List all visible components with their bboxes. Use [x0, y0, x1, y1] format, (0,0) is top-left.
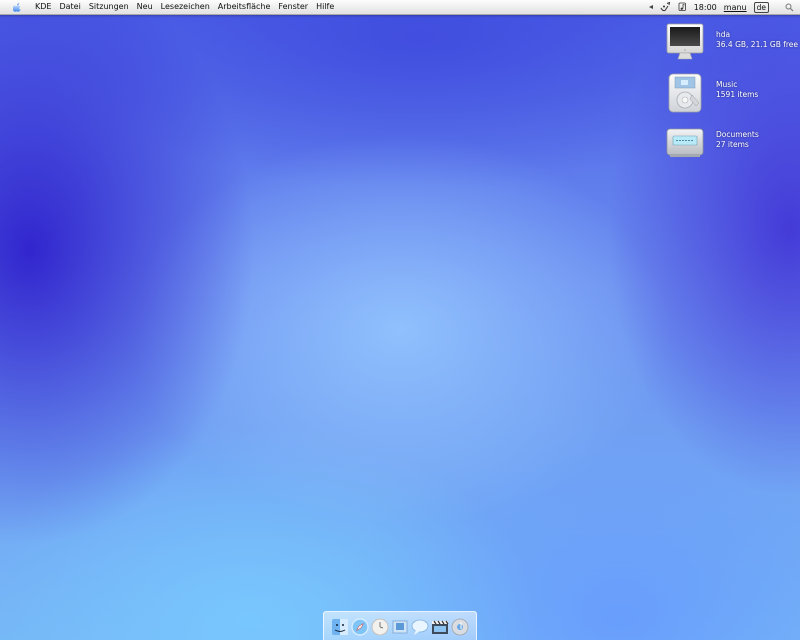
- apple-menu-button[interactable]: [9, 0, 25, 14]
- dock-item-chat[interactable]: [411, 618, 429, 636]
- drive-detail: 36.4 GB, 21.1 GB free: [716, 40, 799, 49]
- dock-item-photo[interactable]: [391, 618, 409, 636]
- menu-lesezeichen[interactable]: Lesezeichen: [157, 0, 214, 14]
- user-name[interactable]: manu: [724, 3, 747, 12]
- dock-item-movie[interactable]: [431, 618, 449, 636]
- dock-item-finder[interactable]: [331, 618, 349, 636]
- desktop-icon-hda[interactable]: hda 36.4 GB, 21.1 GB free: [666, 23, 800, 65]
- folder-detail: 1591 items: [716, 90, 759, 99]
- music-note-icon[interactable]: [678, 2, 687, 12]
- ipod-music-icon: [666, 73, 704, 113]
- monitor-drive-icon: [666, 23, 704, 61]
- safari-compass-icon: [351, 618, 369, 636]
- folder-name: Music: [716, 80, 738, 89]
- system-tray: 18:00 manu de: [648, 0, 794, 14]
- menu-sitzungen[interactable]: Sitzungen: [85, 0, 133, 14]
- dock-item-safari[interactable]: [351, 618, 369, 636]
- dock-item-clock[interactable]: [371, 618, 389, 636]
- menu-datei[interactable]: Datei: [55, 0, 84, 14]
- menu-fenster[interactable]: Fenster: [274, 0, 312, 14]
- menu-neu[interactable]: Neu: [133, 0, 157, 14]
- search-icon[interactable]: [785, 3, 794, 12]
- itunes-icon: [451, 618, 469, 636]
- folder-name: Documents: [716, 130, 759, 139]
- desktop-icon-documents[interactable]: Documents 27 items: [666, 123, 800, 165]
- desktop-icon-music[interactable]: Music 1591 items: [666, 73, 800, 115]
- menu-kde[interactable]: KDE: [31, 0, 55, 14]
- apple-icon: [12, 2, 21, 12]
- folder-detail: 27 items: [716, 140, 749, 149]
- desktop-icon-label: Music 1591 items: [716, 80, 758, 100]
- keyboard-layout-indicator[interactable]: de: [753, 1, 769, 13]
- clock-icon: [371, 618, 389, 636]
- menu-bar: KDE Datei Sitzungen Neu Lesezeichen Arbe…: [0, 0, 800, 15]
- desktop[interactable]: KDE Datei Sitzungen Neu Lesezeichen Arbe…: [0, 0, 800, 640]
- expand-arrow-icon[interactable]: [648, 5, 653, 9]
- dock-item-itunes[interactable]: [451, 618, 469, 636]
- drive-name: hda: [716, 30, 731, 39]
- menu-hilfe[interactable]: Hilfe: [312, 0, 338, 14]
- clock[interactable]: 18:00: [694, 3, 717, 12]
- chat-bubble-icon: [411, 619, 429, 635]
- desktop-icon-label: Documents 27 items: [716, 130, 759, 150]
- documents-drive-icon: [666, 123, 704, 161]
- menu-arbeitsflaeche[interactable]: Arbeitsfläche: [214, 0, 275, 14]
- finder-icon: [332, 619, 348, 635]
- network-icon[interactable]: [660, 2, 671, 12]
- clapperboard-icon: [432, 620, 449, 634]
- photo-icon: [392, 620, 408, 634]
- desktop-icon-label: hda 36.4 GB, 21.1 GB free: [716, 30, 798, 50]
- dock: [323, 611, 477, 640]
